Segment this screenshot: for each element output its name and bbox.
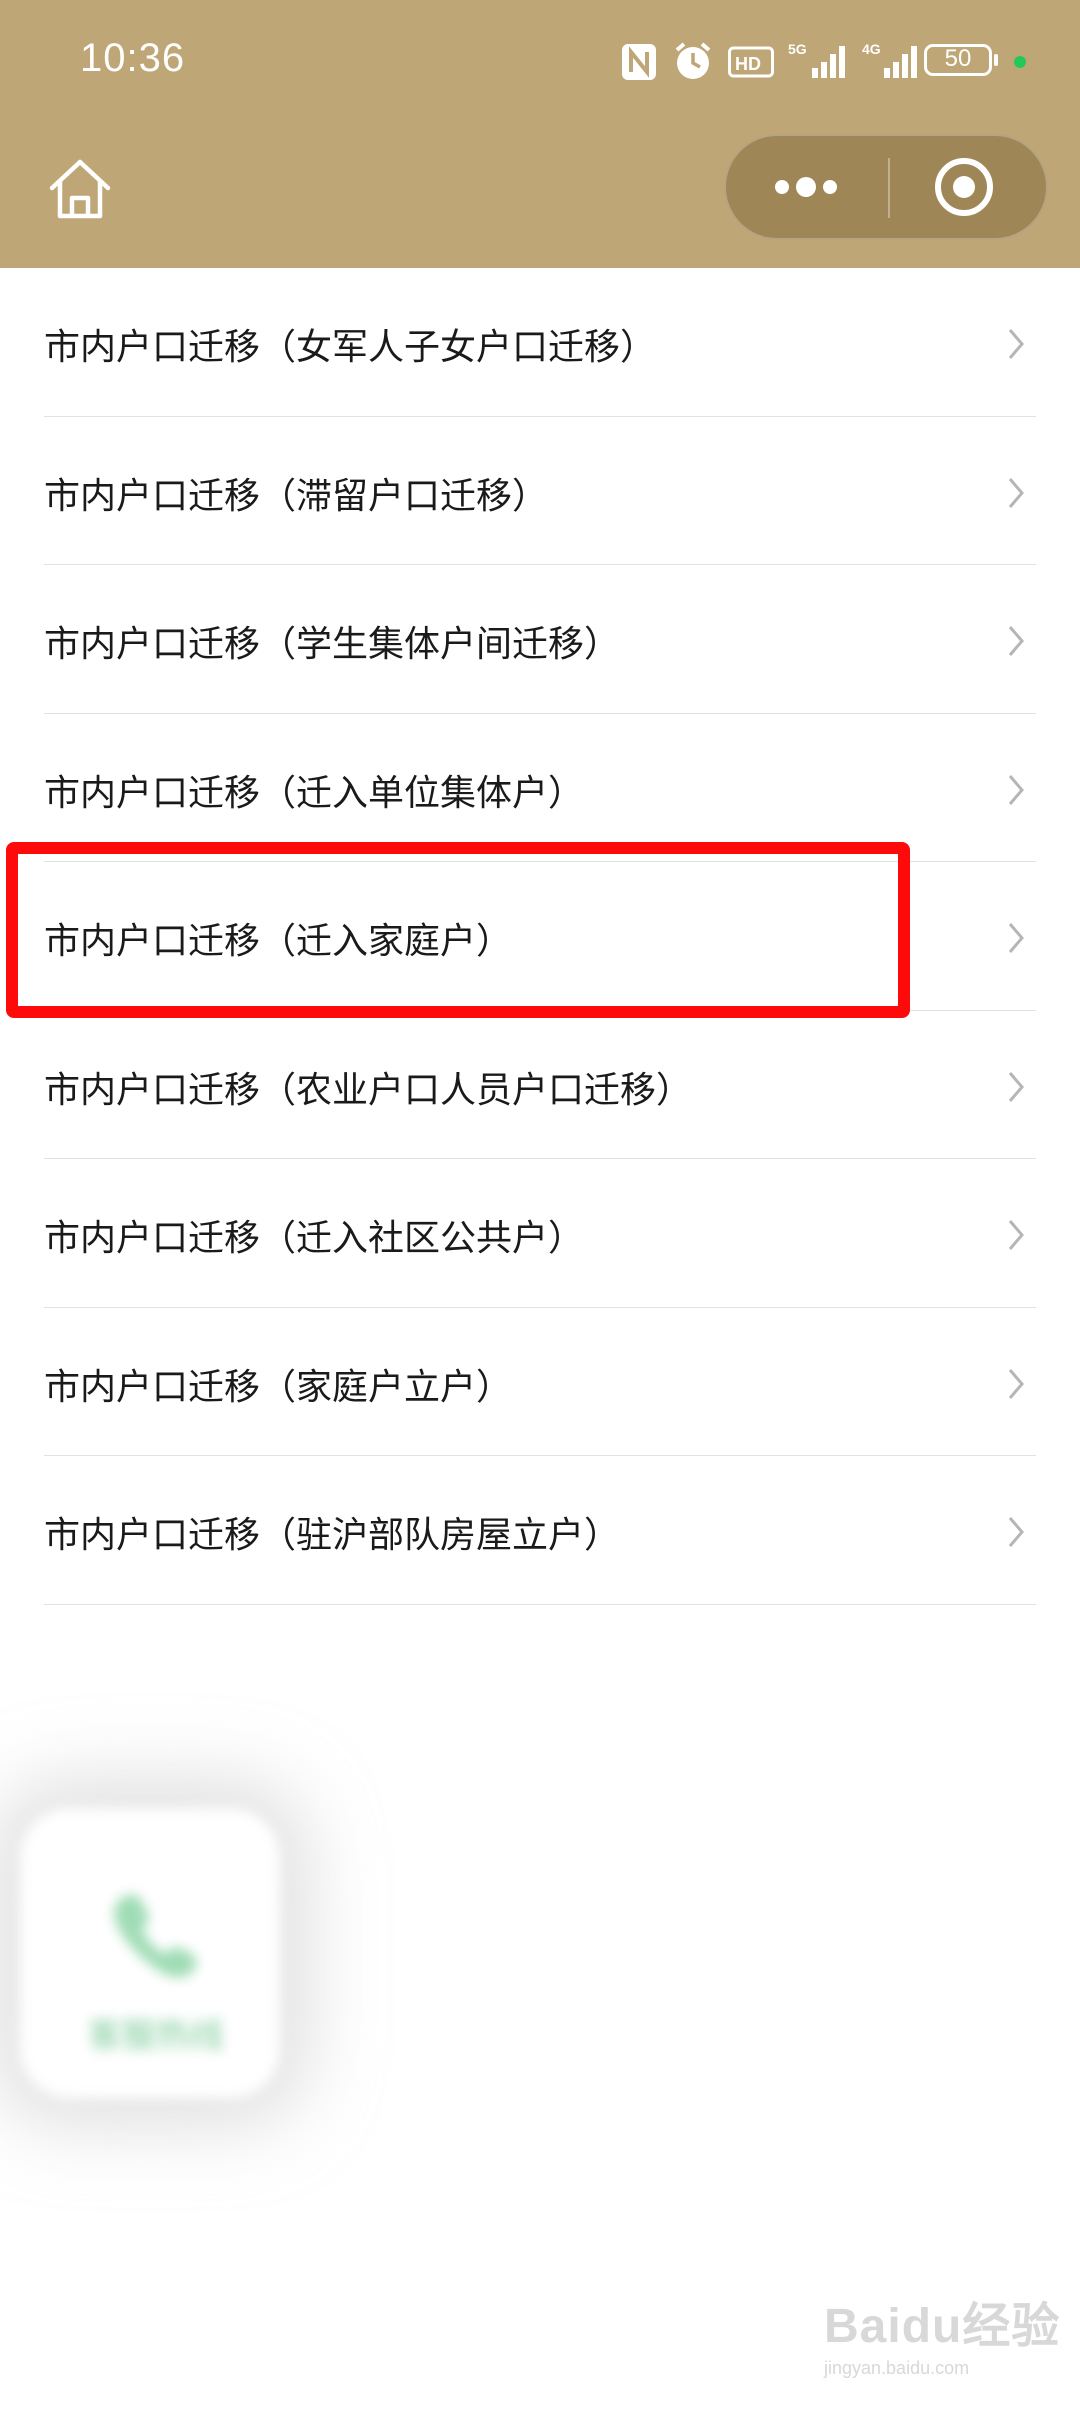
list-item[interactable]: 市内户口迁移（学生集体户间迁移） xyxy=(0,565,1080,714)
chevron-right-icon xyxy=(1008,329,1024,359)
list-item[interactable]: 市内户口迁移（迁入单位集体户） xyxy=(0,714,1080,862)
divider xyxy=(44,1603,1036,1605)
floating-service-button[interactable]: 客服热线 xyxy=(20,1808,280,2098)
watermark: Baidu经验 jingyan.baidu.com xyxy=(824,2286,1060,2379)
phone-icon xyxy=(114,1894,197,1978)
home-icon[interactable] xyxy=(44,152,116,224)
top-bar: 10:36 HD 5G 4G 50 xyxy=(0,0,1080,268)
list-item-label: 市内户口迁移（家庭户立户） xyxy=(44,1366,513,1408)
nfc-icon xyxy=(622,44,656,80)
watermark-url: jingyan.baidu.com xyxy=(824,2358,970,2378)
list-item[interactable]: 市内户口迁移（女军人子女户口迁移） xyxy=(0,268,1080,417)
floating-button-label: 客服热线 xyxy=(88,2016,224,2056)
list-item[interactable]: 市内户口迁移（迁入家庭户） xyxy=(0,862,1080,1011)
battery-level: 50 xyxy=(944,45,972,72)
list-item-label: 市内户口迁移（女军人子女户口迁移） xyxy=(44,327,657,368)
list-item-label: 市内户口迁移（驻沪部队房屋立户） xyxy=(44,1515,621,1556)
svg-text:4G: 4G xyxy=(862,41,881,57)
svg-text:HD: HD xyxy=(735,54,761,74)
list-item[interactable]: 市内户口迁移（农业户口人员户口迁移） xyxy=(0,1011,1080,1159)
chevron-right-icon xyxy=(1008,1368,1024,1399)
watermark-logo: Baidu经验 xyxy=(824,2300,1061,2353)
status-icons: HD 5G 4G 50 xyxy=(0,0,1080,100)
svg-text:5G: 5G xyxy=(788,41,807,57)
chevron-right-icon xyxy=(1008,477,1024,508)
list-item-label: 市内户口迁移（迁入社区公共户） xyxy=(44,1218,585,1259)
chevron-right-icon xyxy=(1008,923,1024,953)
chevron-right-icon xyxy=(1008,774,1024,805)
miniprogram-capsule xyxy=(724,134,1048,240)
service-list: 市内户口迁移（女军人子女户口迁移） 市内户口迁移（滞留户口迁移） 市内户口迁移（… xyxy=(0,268,1080,1605)
hd-icon: HD xyxy=(728,46,774,78)
chevron-right-icon xyxy=(1008,1517,1024,1547)
list-item-label: 市内户口迁移（学生集体户间迁移） xyxy=(44,624,621,665)
close-target-icon[interactable] xyxy=(890,136,1046,238)
chevron-right-icon xyxy=(1008,626,1024,656)
list-item-label: 市内户口迁移（农业户口人员户口迁移） xyxy=(44,1069,693,1111)
list-item-label: 市内户口迁移（迁入家庭户） xyxy=(44,921,513,962)
signal-5g-icon: 5G xyxy=(788,41,845,78)
chevron-right-icon xyxy=(1008,1071,1024,1102)
battery-icon: 50 xyxy=(924,44,998,78)
list-item[interactable]: 市内户口迁移（滞留户口迁移） xyxy=(0,417,1080,565)
list-item[interactable]: 市内户口迁移（迁入社区公共户） xyxy=(0,1159,1080,1308)
more-dots-icon[interactable] xyxy=(726,136,886,238)
alarm-icon xyxy=(675,42,711,79)
signal-4g-icon: 4G xyxy=(862,41,917,78)
list-item[interactable]: 市内户口迁移（家庭户立户） xyxy=(0,1308,1080,1456)
chevron-right-icon xyxy=(1008,1220,1024,1250)
list-item-label: 市内户口迁移（滞留户口迁移） xyxy=(44,475,549,517)
status-dot xyxy=(1014,56,1026,68)
list-item-label: 市内户口迁移（迁入单位集体户） xyxy=(44,772,585,814)
list-item[interactable]: 市内户口迁移（驻沪部队房屋立户） xyxy=(0,1456,1080,1605)
